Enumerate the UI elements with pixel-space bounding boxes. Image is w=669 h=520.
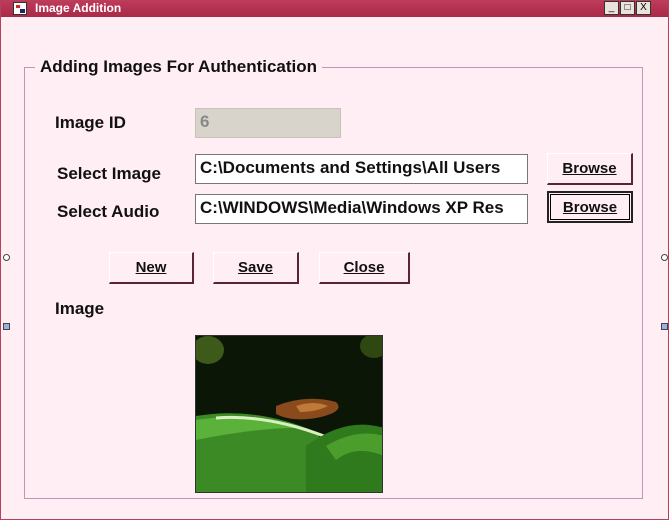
image-preview	[195, 335, 383, 493]
image-id-field: 6	[195, 108, 341, 138]
title-bar[interactable]: Image Addition _ □ X	[1, 1, 668, 17]
image-id-label: Image ID	[55, 113, 126, 132]
select-audio-path-input[interactable]: C:\WINDOWS\Media\Windows XP Res	[195, 194, 528, 224]
minimize-button[interactable]: _	[604, 1, 619, 15]
image-section-label: Image	[55, 299, 105, 318]
resize-handle-right[interactable]	[661, 254, 668, 261]
select-audio-label: Select Audio	[57, 202, 160, 221]
save-button[interactable]: Save	[213, 252, 299, 284]
close-button[interactable]: Close	[319, 252, 410, 284]
leaf-photo	[196, 336, 382, 492]
browse-audio-button[interactable]: Browse	[547, 191, 633, 223]
resize-handle-left-lower[interactable]	[3, 323, 10, 330]
resize-handle-right-lower[interactable]	[661, 323, 668, 330]
app-icon	[13, 2, 27, 15]
select-image-path-input[interactable]: C:\Documents and Settings\All Users	[195, 154, 528, 184]
resize-handle-left[interactable]	[3, 254, 10, 261]
maximize-button[interactable]: □	[620, 1, 635, 15]
window-title: Image Addition	[35, 1, 122, 15]
browse-image-button[interactable]: Browse	[547, 153, 633, 185]
new-button[interactable]: New	[109, 252, 194, 284]
image-addition-window: Image Addition _ □ X Adding Images For A…	[0, 0, 669, 520]
close-window-button[interactable]: X	[636, 1, 651, 15]
groupbox-legend: Adding Images For Authentication	[35, 57, 323, 77]
select-image-label: Select Image	[57, 164, 161, 183]
